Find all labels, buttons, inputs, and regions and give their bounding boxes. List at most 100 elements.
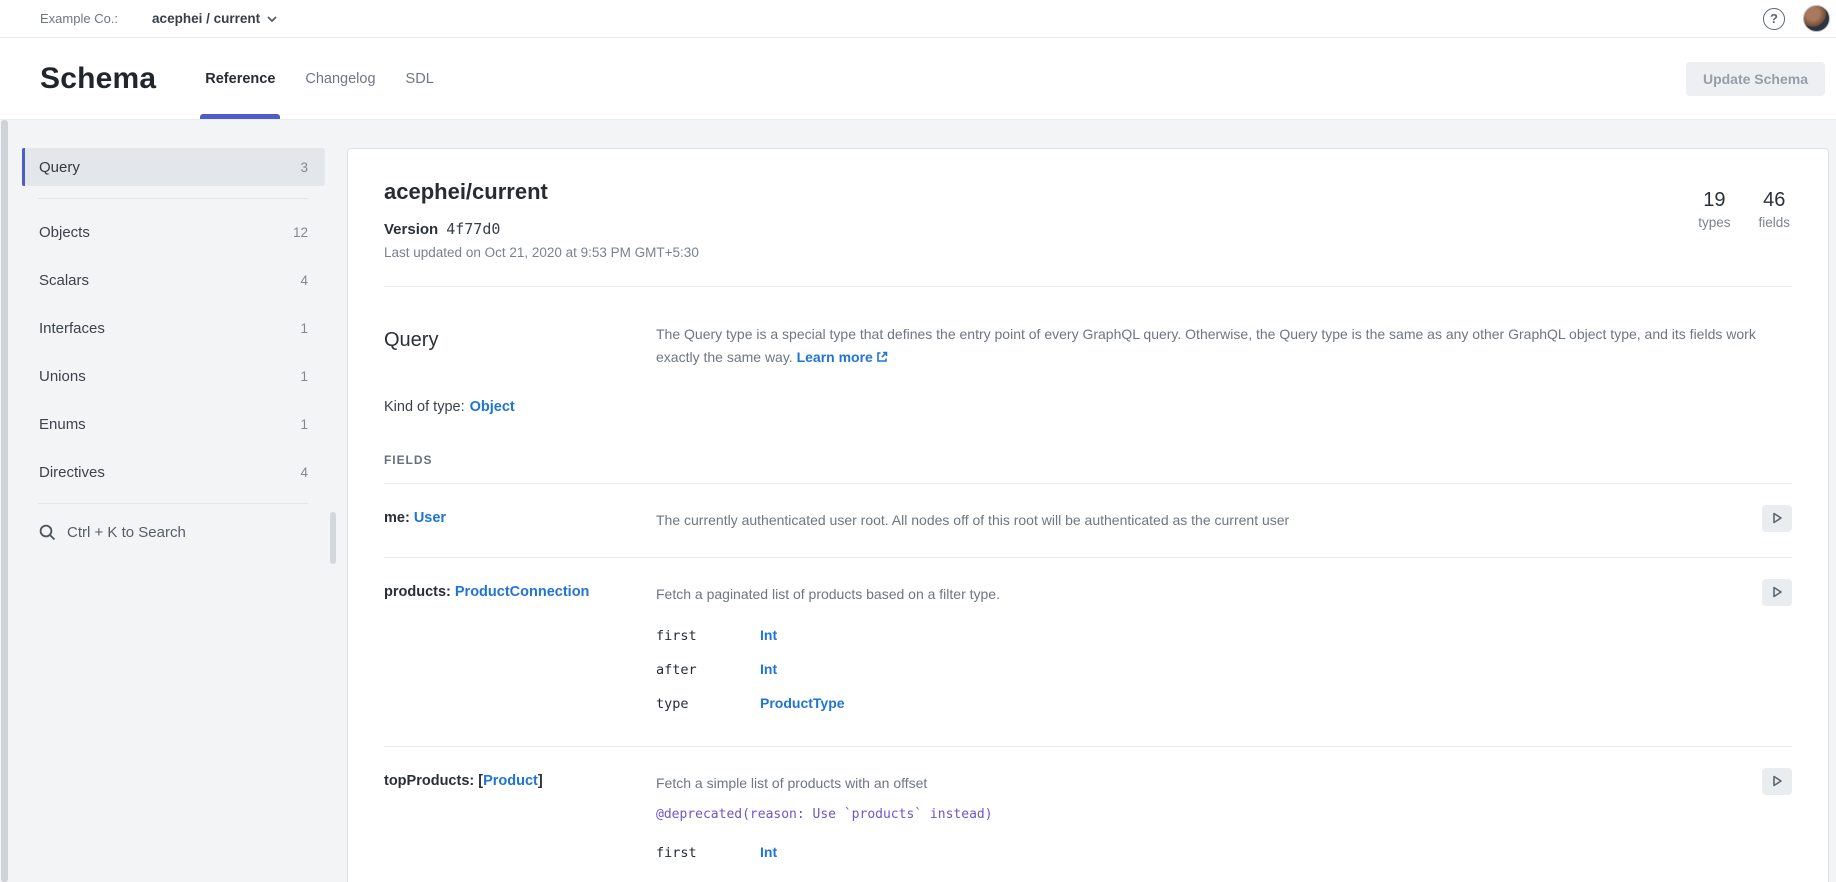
type-section-top: Query The Query type is a special type t…	[384, 323, 1792, 369]
sidebar-item-count: 1	[300, 369, 308, 384]
tab-reference[interactable]: Reference	[190, 38, 290, 119]
page-title: Schema	[40, 62, 156, 96]
version-line: Version 4f77d0	[384, 220, 1792, 238]
tab-sdl[interactable]: SDL	[391, 38, 449, 119]
field-description: The currently authenticated user root. A…	[656, 510, 1722, 531]
sidebar-item-interfaces[interactable]: Interfaces 1	[22, 309, 325, 347]
sidebar-item-scalars[interactable]: Scalars 4	[22, 261, 325, 299]
graph-title: acephei/current	[384, 179, 1792, 205]
field-name: me: User	[384, 510, 656, 531]
field-name-text: products:	[384, 584, 451, 600]
schema-sidebar: Query 3 Objects 12 Scalars 4 Interfaces …	[22, 148, 325, 541]
run-field-button[interactable]	[1762, 579, 1792, 606]
search-icon	[39, 524, 56, 541]
sidebar-item-label: Scalars	[39, 272, 89, 289]
field-type-link[interactable]: User	[414, 510, 446, 526]
org-label: Example Co.:	[40, 11, 118, 26]
field-details: Fetch a paginated list of products based…	[656, 584, 1792, 720]
top-bar: Example Co.: acephei / current ?	[0, 0, 1836, 38]
sidebar-item-unions[interactable]: Unions 1	[22, 357, 325, 395]
field-row-products: products: ProductConnection Fetch a pagi…	[384, 558, 1792, 747]
run-field-button[interactable]	[1762, 505, 1792, 532]
page-header: Schema Reference Changelog SDL Update Sc…	[0, 38, 1836, 120]
kind-value-link[interactable]: Object	[470, 399, 515, 415]
left-scrollbar[interactable]	[1, 120, 8, 882]
arg-row: first Int	[656, 835, 1722, 869]
schema-card-header: acephei/current Version 4f77d0 Last updat…	[348, 149, 1828, 287]
sidebar-item-label: Unions	[39, 368, 86, 385]
sidebar-item-label: Query	[39, 159, 80, 176]
version-value: 4f77d0	[446, 220, 500, 238]
tab-bar: Reference Changelog SDL	[190, 38, 449, 119]
field-name-text: topProducts:	[384, 773, 474, 789]
play-icon	[1771, 512, 1783, 524]
field-name: products: ProductConnection	[384, 584, 656, 720]
update-schema-button[interactable]: Update Schema	[1686, 62, 1825, 96]
play-icon	[1771, 775, 1783, 787]
sidebar-divider	[38, 503, 308, 504]
sidebar-item-query[interactable]: Query 3	[22, 148, 325, 186]
sidebar-scrollbar-thumb[interactable]	[330, 512, 336, 564]
field-args: first Int	[656, 835, 1722, 869]
field-name-text: me:	[384, 510, 410, 526]
stat-label: fields	[1758, 215, 1790, 230]
field-type-link[interactable]: Product	[483, 773, 538, 789]
type-description: The Query type is a special type that de…	[656, 323, 1756, 369]
field-description: Fetch a paginated list of products based…	[656, 584, 1722, 605]
kind-label: Kind of type:	[384, 399, 465, 415]
last-updated: Last updated on Oct 21, 2020 at 9:53 PM …	[384, 245, 1792, 260]
schema-stats: 19 types 46 fields	[1698, 189, 1790, 230]
fields-label: FIELDS	[384, 453, 1792, 467]
learn-more-link[interactable]: Learn more	[797, 349, 873, 365]
chevron-down-icon	[267, 16, 277, 22]
help-icon[interactable]: ?	[1763, 8, 1785, 30]
schema-card: acephei/current Version 4f77d0 Last updat…	[347, 148, 1829, 882]
search-trigger[interactable]: Ctrl + K to Search	[22, 524, 325, 541]
arg-type-link[interactable]: Int	[760, 661, 777, 677]
sidebar-item-label: Directives	[39, 464, 105, 481]
sidebar-item-label: Enums	[39, 416, 86, 433]
arg-row: type ProductType	[656, 686, 1722, 720]
arg-name: first	[656, 628, 760, 644]
type-name: Query	[384, 323, 656, 369]
type-bracket: ]	[538, 773, 543, 789]
arg-name: after	[656, 662, 760, 678]
play-icon	[1771, 586, 1783, 598]
version-label: Version	[384, 221, 438, 238]
sidebar-item-count: 12	[293, 225, 308, 240]
stat-label: types	[1698, 215, 1730, 230]
sidebar-divider	[38, 198, 308, 199]
sidebar-item-count: 3	[300, 160, 308, 175]
field-row-topproducts: topProducts: [Product] Fetch a simple li…	[384, 747, 1792, 882]
sidebar-item-count: 1	[300, 417, 308, 432]
card-divider	[384, 286, 1792, 287]
field-row-me: me: User The currently authenticated use…	[384, 484, 1792, 558]
stat-value: 46	[1758, 189, 1790, 212]
search-hint: Ctrl + K to Search	[67, 524, 186, 541]
sidebar-item-enums[interactable]: Enums 1	[22, 405, 325, 443]
field-type-link[interactable]: ProductConnection	[455, 584, 590, 600]
sidebar-item-objects[interactable]: Objects 12	[22, 213, 325, 251]
kind-of-type-line: Kind of type: Object	[384, 399, 1792, 415]
arg-row: after Int	[656, 652, 1722, 686]
field-name: topProducts: [Product]	[384, 773, 656, 869]
graph-selector-dropdown[interactable]: acephei / current	[152, 11, 277, 26]
arg-row: first Int	[656, 618, 1722, 652]
arg-name: first	[656, 845, 760, 861]
field-details: Fetch a simple list of products with an …	[656, 773, 1792, 869]
user-avatar[interactable]	[1803, 5, 1830, 32]
arg-type-link[interactable]: Int	[760, 844, 777, 860]
graph-selector-label: acephei / current	[152, 11, 260, 26]
sidebar-item-label: Interfaces	[39, 320, 105, 337]
tab-changelog[interactable]: Changelog	[290, 38, 390, 119]
page-body: Query 3 Objects 12 Scalars 4 Interfaces …	[0, 120, 1836, 882]
stat-types: 19 types	[1698, 189, 1730, 230]
arg-type-link[interactable]: ProductType	[760, 695, 845, 711]
stat-value: 19	[1698, 189, 1730, 212]
field-description: Fetch a simple list of products with an …	[656, 773, 1722, 794]
arg-name: type	[656, 696, 760, 712]
run-field-button[interactable]	[1762, 768, 1792, 795]
deprecated-annotation: @deprecated(reason: Use `products` inste…	[656, 807, 1722, 822]
arg-type-link[interactable]: Int	[760, 627, 777, 643]
sidebar-item-directives[interactable]: Directives 4	[22, 453, 325, 491]
